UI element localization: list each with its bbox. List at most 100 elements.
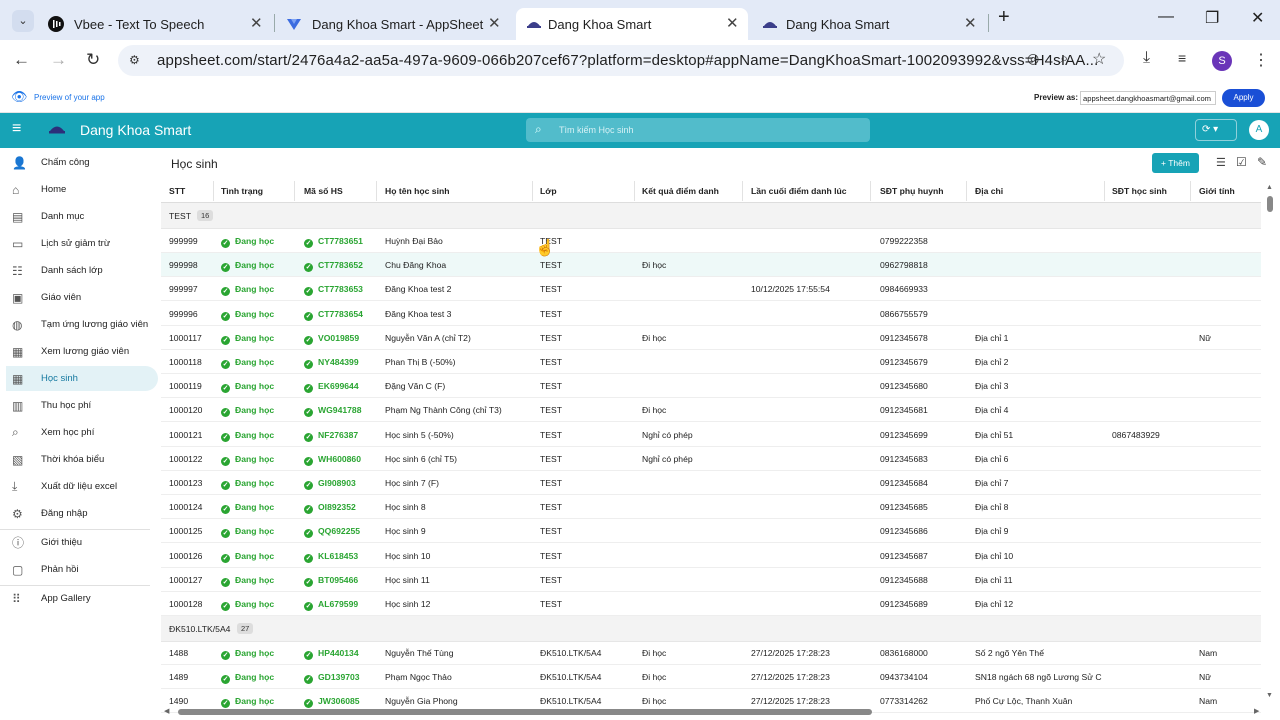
sidebar-item-history[interactable]: ▭ Lịch sử giảm trừ bbox=[6, 231, 158, 256]
table-cell: Đi học bbox=[642, 332, 667, 343]
status-badge: ✓ Đang học bbox=[221, 551, 274, 563]
student-id: ✓ QQ692255 bbox=[304, 526, 360, 539]
close-tab-icon[interactable]: ✕ bbox=[250, 14, 263, 32]
status-badge: ✓ Đang học bbox=[221, 648, 274, 660]
table-cell: Nguyễn Thế Tùng bbox=[385, 648, 454, 658]
cell-text: NF276387 bbox=[318, 429, 359, 440]
close-tab-icon[interactable]: ✕ bbox=[726, 14, 739, 32]
select-checkbox-icon[interactable]: ☑ bbox=[1236, 155, 1247, 169]
table-cell: Nghỉ có phép bbox=[642, 429, 693, 440]
table-cell: TEST bbox=[540, 284, 562, 295]
cell-text: Đang học bbox=[235, 550, 275, 561]
sidebar-item-search-tuition[interactable]: ⌕ Xem học phí bbox=[6, 420, 158, 445]
sidebar-item-apps-grid[interactable]: ⠿ App Gallery bbox=[6, 586, 158, 611]
close-tab-icon[interactable]: ✕ bbox=[964, 14, 977, 32]
close-window-icon[interactable]: ✕ bbox=[1251, 8, 1264, 28]
download-icon[interactable]: ⤓ bbox=[1143, 49, 1150, 67]
add-button[interactable]: + Thêm bbox=[1152, 153, 1199, 173]
tab-search-icon[interactable]: ⌄ bbox=[12, 10, 34, 32]
check-circle-icon: ✓ bbox=[304, 239, 313, 248]
cell-text: KL618453 bbox=[318, 550, 359, 561]
site-info-icon[interactable]: ⚙ bbox=[129, 53, 140, 67]
scroll-down-icon[interactable]: ▼ bbox=[1266, 692, 1273, 699]
sidebar-item-attendance[interactable]: 👤 Chấm công bbox=[6, 150, 158, 175]
cell-text: OI892352 bbox=[318, 502, 356, 513]
sidebar-item-home[interactable]: ⌂ Home bbox=[6, 177, 158, 202]
forward-icon[interactable]: → bbox=[50, 50, 67, 70]
sync-button[interactable]: ⟳ ▾ bbox=[1195, 119, 1237, 141]
check-circle-icon: ✓ bbox=[221, 651, 230, 660]
sidebar-item-feedback[interactable]: ▢ Phản hồi bbox=[6, 557, 158, 582]
scroll-thumb[interactable] bbox=[1267, 196, 1273, 212]
table-cell: ĐK510.LTK/5A4 bbox=[540, 672, 602, 682]
preview-as-label: Preview as: bbox=[1034, 93, 1079, 102]
table-cell: 1000117 bbox=[169, 332, 202, 343]
minimize-icon[interactable]: — bbox=[1158, 8, 1174, 26]
column-divider bbox=[1104, 181, 1105, 201]
sidebar-item-export[interactable]: ⤓ Xuất dữ liệu excel bbox=[6, 474, 158, 499]
cell-text: Đang học bbox=[235, 502, 275, 513]
tracking-icon[interactable]: ◎ bbox=[1027, 50, 1039, 67]
url-text[interactable]: appsheet.com/start/2476a4a2-aa5a-497a-96… bbox=[157, 52, 1098, 69]
edit-icon[interactable]: ✎ bbox=[1257, 155, 1267, 169]
reload-icon[interactable]: ↻ bbox=[86, 50, 100, 70]
sidebar-item-salary-advance[interactable]: ◍ Tạm ứng lương giáo viên bbox=[6, 312, 158, 337]
profile-avatar[interactable]: S bbox=[1212, 51, 1232, 71]
table-cell: TEST bbox=[540, 453, 562, 464]
app-icon bbox=[526, 16, 542, 32]
table-cell: Địa chỉ 3 bbox=[975, 381, 1009, 392]
apply-button[interactable]: Apply bbox=[1222, 89, 1265, 107]
check-circle-icon: ✓ bbox=[221, 481, 230, 490]
table-cell: Học sinh 6 (chỉ T5) bbox=[385, 453, 457, 464]
sidebar-item-teacher[interactable]: ▣ Giáo viên bbox=[6, 285, 158, 310]
sidebar-item-login[interactable]: ⚙ Đăng nhập bbox=[6, 501, 158, 526]
table-cell: Học sinh 5 (-50%) bbox=[385, 429, 454, 440]
search-input[interactable]: ⌕ Tìm kiếm Học sinh bbox=[526, 118, 870, 142]
sidebar-item-catalog[interactable]: ▤ Danh mục bbox=[6, 204, 158, 229]
sidebar-item-class-list[interactable]: ☷ Danh sách lớp bbox=[6, 258, 158, 283]
tab-dang-khoa-2[interactable]: Dang Khoa Smart ✕ bbox=[762, 8, 980, 40]
table-cell: 0912345699 bbox=[880, 429, 928, 440]
column-divider bbox=[742, 181, 743, 201]
sidebar-item-schedule[interactable]: ▧ Thời khóa biểu bbox=[6, 447, 158, 472]
restore-icon[interactable]: ❐ bbox=[1205, 8, 1219, 28]
tab-separator bbox=[988, 14, 989, 32]
scroll-right-icon[interactable]: ▶ bbox=[1254, 707, 1259, 715]
check-circle-icon: ✓ bbox=[304, 602, 313, 611]
vertical-scrollbar[interactable]: ▲ ▼ bbox=[1266, 184, 1274, 704]
sidebar-item-salary-view[interactable]: ▦ Xem lương giáo viên bbox=[6, 339, 158, 364]
tuition-icon: ▥ bbox=[12, 398, 24, 413]
menu-kebab-icon[interactable]: ⋮ bbox=[1253, 50, 1269, 70]
media-icon[interactable]: ≡ bbox=[1178, 50, 1186, 66]
table-cell: 999998 bbox=[169, 260, 198, 271]
cell-text: WG941788 bbox=[318, 405, 362, 416]
group-header[interactable]: ĐK510.LTK/5A4 27 bbox=[161, 616, 1261, 642]
scroll-up-icon[interactable]: ▲ bbox=[1266, 184, 1273, 191]
bookmark-star-icon[interactable]: ☆ bbox=[1092, 49, 1106, 69]
class-list-icon: ☷ bbox=[12, 263, 23, 278]
new-tab-icon[interactable]: + bbox=[998, 6, 1010, 29]
scroll-thumb-h[interactable] bbox=[178, 709, 872, 715]
zoom-icon[interactable]: ⌕ bbox=[1060, 50, 1068, 67]
preview-bar: 👁 Preview of your app Preview as: appshe… bbox=[0, 83, 1280, 113]
horizontal-scrollbar[interactable]: ◀ ▶ bbox=[162, 707, 1268, 717]
back-icon[interactable]: ← bbox=[13, 50, 30, 70]
status-badge: ✓ Đang học bbox=[221, 526, 274, 539]
close-tab-icon[interactable]: ✕ bbox=[488, 14, 501, 32]
sort-filter-icon[interactable]: ☰ bbox=[1216, 156, 1226, 169]
sidebar-item-student[interactable]: ▦ Học sinh bbox=[6, 366, 158, 391]
check-circle-icon: ✓ bbox=[221, 505, 230, 515]
tab-appsheet[interactable]: Dang Khoa Smart - AppSheet ✕ bbox=[286, 8, 506, 40]
sidebar-item-info[interactable]: ⓘ Giới thiệu bbox=[6, 530, 158, 555]
status-badge: ✓ Đang học bbox=[221, 575, 274, 587]
table-cell: 1000127 bbox=[169, 574, 203, 585]
hamburger-menu-icon[interactable]: ≡ bbox=[12, 120, 21, 138]
group-header[interactable]: TEST 16 bbox=[161, 203, 1261, 229]
user-avatar[interactable]: A bbox=[1249, 120, 1269, 140]
sidebar-item-label: Xem lương giáo viên bbox=[41, 346, 130, 357]
tab-vbee[interactable]: Vbee - Text To Speech ✕ bbox=[48, 8, 266, 40]
preview-email-input[interactable]: appsheet.dangkhoasmart@gmail.com bbox=[1080, 91, 1216, 105]
scroll-left-icon[interactable]: ◀ bbox=[164, 707, 169, 715]
sidebar-item-tuition[interactable]: ▥ Thu học phí bbox=[6, 393, 158, 418]
tab-dang-khoa-active[interactable]: Dang Khoa Smart ✕ bbox=[516, 8, 748, 40]
